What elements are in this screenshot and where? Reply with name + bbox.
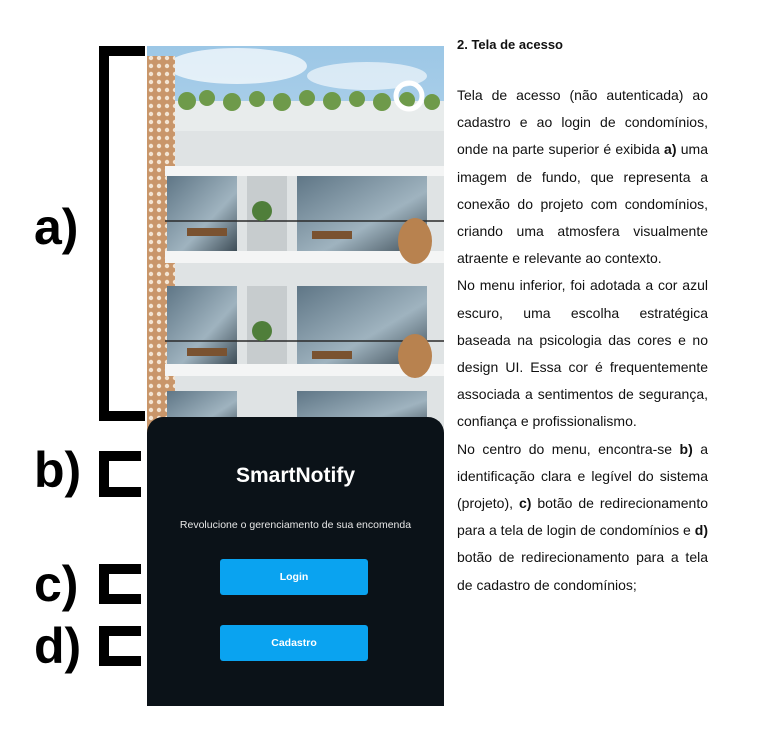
bracket-c [99, 564, 141, 604]
phone-screen: SmartNotify Revolucione o gerenciamento … [147, 46, 444, 706]
paragraph-3-intro: No centro do menu, encontra-se [457, 440, 673, 457]
bracket-a [99, 46, 145, 421]
login-button[interactable]: Login [220, 559, 368, 595]
paragraph-3: No centro do menu, encontra-se b) a iden… [457, 436, 708, 599]
bottom-menu-panel: SmartNotify Revolucione o gerenciamento … [147, 417, 444, 706]
section-heading: 2. Tela de acesso [457, 37, 563, 52]
bracket-b [99, 451, 141, 497]
building-background-image [147, 46, 444, 436]
signup-button[interactable]: Cadastro [220, 625, 368, 661]
paragraph-1-rest: uma imagem de fundo, que representa a co… [457, 141, 708, 267]
description-column: 2. Tela de acesso Tela de acesso (não au… [457, 36, 708, 599]
paragraph-2: No menu inferior, foi adotada a cor azul… [457, 277, 708, 430]
paragraph-3-marker-b: b) [679, 440, 693, 457]
paragraph-3-marker-d: d) [694, 522, 709, 539]
app-tagline: Revolucione o gerenciamento de sua encom… [179, 519, 412, 531]
bracket-d [99, 626, 141, 666]
marker-b: b) [34, 442, 82, 498]
app-title: SmartNotify [235, 464, 356, 487]
marker-a: a) [34, 199, 79, 255]
paragraph-3-marker-c: c) [518, 495, 532, 512]
paragraph-1: Tela de acesso (não autenticada) ao cada… [457, 82, 708, 272]
marker-d: d) [34, 618, 82, 674]
marker-c: c) [34, 556, 79, 612]
paragraph-3-d-text: botão de redirecionamento para a tela de… [457, 549, 708, 593]
paragraph-1-marker: a) [664, 141, 677, 158]
